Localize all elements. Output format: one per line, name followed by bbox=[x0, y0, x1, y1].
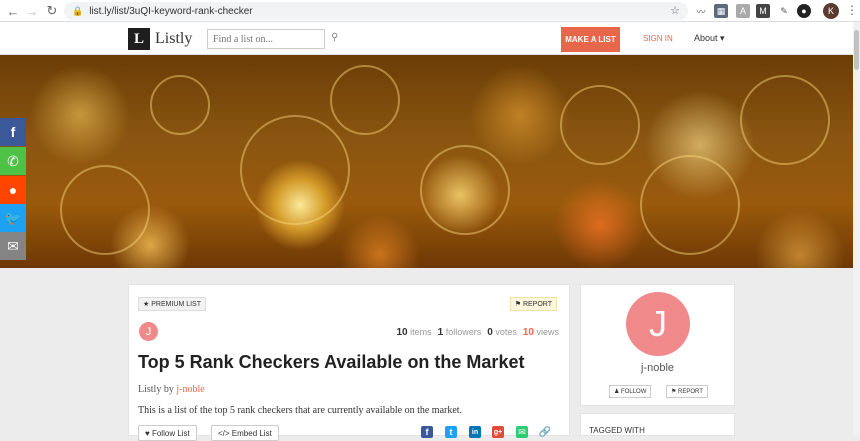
page-scrollbar[interactable] bbox=[853, 22, 860, 436]
author-profile-card: J j-noble ♟ FOLLOW ⚑ REPORT bbox=[580, 284, 735, 406]
email-share-icon[interactable]: ✉ bbox=[516, 426, 528, 438]
follow-author-button[interactable]: ♟ FOLLOW bbox=[609, 385, 652, 398]
list-title: Top 5 Rank Checkers Available on the Mar… bbox=[138, 352, 525, 372]
bokeh-circle bbox=[150, 75, 210, 135]
list-description: This is a list of the top 5 rank checker… bbox=[138, 405, 463, 416]
address-bar[interactable]: 🔒 list.ly/list/3uQI-keyword-rank-checker… bbox=[64, 2, 688, 20]
twitter-share-icon[interactable]: t bbox=[445, 426, 457, 438]
views-stat: 10 views bbox=[522, 327, 559, 338]
bokeh-circle bbox=[740, 75, 830, 165]
bookmark-star-icon[interactable]: ☆ bbox=[670, 4, 680, 17]
extension-icon-2[interactable]: ▦ bbox=[714, 4, 728, 18]
follow-list-button[interactable]: ♥ Follow List bbox=[138, 425, 197, 441]
bokeh-circle bbox=[420, 145, 510, 235]
share-whatsapp-button[interactable]: ✆ bbox=[0, 147, 26, 175]
google-plus-share-icon[interactable]: g+ bbox=[492, 426, 504, 438]
byline: Listly by j-noble bbox=[138, 384, 205, 395]
url-text: list.ly/list/3uQI-keyword-rank-checker bbox=[89, 5, 253, 17]
gmail-icon[interactable]: M bbox=[756, 4, 770, 18]
premium-list-badge: ★ PREMIUM LIST bbox=[138, 297, 207, 311]
bokeh-circle bbox=[240, 115, 350, 225]
about-menu[interactable]: About ▾ bbox=[694, 33, 725, 44]
report-button[interactable]: ⚑ REPORT bbox=[509, 297, 557, 311]
facebook-share-icon[interactable]: f bbox=[421, 426, 433, 438]
lock-icon: 🔒 bbox=[72, 5, 84, 16]
author-name[interactable]: j-noble bbox=[581, 362, 734, 374]
forward-icon[interactable]: → bbox=[22, 1, 42, 21]
extension-icon-1[interactable]: 〰 bbox=[694, 4, 708, 18]
sign-in-link[interactable]: SIGN IN bbox=[643, 34, 673, 43]
extension-icon-5[interactable]: ✎ bbox=[777, 4, 791, 18]
share-facebook-button[interactable]: f bbox=[0, 118, 26, 146]
list-card: ★ PREMIUM LIST ⚑ REPORT J 10 items 1 fol… bbox=[128, 284, 570, 441]
bokeh-circle bbox=[60, 165, 150, 255]
scrollbar-thumb[interactable] bbox=[854, 30, 859, 70]
tags-card: TAGGED WITH bbox=[580, 413, 735, 436]
votes-stat: 0 votes bbox=[487, 327, 517, 338]
logo-text[interactable]: Listly bbox=[155, 30, 192, 48]
profile-avatar[interactable]: K bbox=[823, 3, 839, 19]
bokeh-circle bbox=[640, 155, 740, 255]
link-share-icon[interactable]: 🔗 bbox=[539, 426, 551, 438]
list-stats: 10 items 1 followers 0 votes 10 views bbox=[397, 327, 560, 338]
items-stat: 10 items bbox=[396, 327, 432, 338]
report-author-button[interactable]: ⚑ REPORT bbox=[666, 385, 708, 398]
bokeh-circle bbox=[560, 85, 640, 165]
author-link[interactable]: j-noble bbox=[176, 384, 204, 395]
tags-title: TAGGED WITH bbox=[589, 426, 645, 435]
back-icon[interactable]: ← bbox=[3, 1, 23, 21]
listly-logo[interactable]: L bbox=[128, 28, 150, 50]
followers-stat: 1 followers bbox=[437, 327, 482, 338]
extension-icon-3[interactable]: A bbox=[736, 4, 750, 18]
author-avatar[interactable]: J bbox=[139, 322, 158, 341]
hero-banner-image bbox=[0, 55, 860, 268]
browser-toolbar: ← → ↻ 🔒 list.ly/list/3uQI-keyword-rank-c… bbox=[0, 0, 860, 22]
search-input[interactable] bbox=[207, 29, 325, 49]
bokeh-circle bbox=[330, 65, 400, 135]
share-twitter-button[interactable]: 🐦 bbox=[0, 204, 26, 232]
search-icon[interactable]: ⚲ bbox=[331, 32, 338, 43]
extension-icon-6[interactable]: ● bbox=[797, 4, 811, 18]
site-header: L Listly ⚲ MAKE A LIST SIGN IN About ▾ bbox=[0, 22, 860, 55]
share-reddit-button[interactable]: ● bbox=[0, 176, 26, 204]
embed-list-button[interactable]: </> Embed List bbox=[211, 425, 279, 441]
linkedin-share-icon[interactable]: in bbox=[469, 426, 481, 438]
reload-icon[interactable]: ↻ bbox=[42, 1, 62, 21]
share-email-button[interactable]: ✉ bbox=[0, 232, 26, 260]
browser-menu-icon[interactable]: ⋮ bbox=[846, 3, 858, 17]
author-avatar-large[interactable]: J bbox=[626, 292, 690, 356]
make-list-button[interactable]: MAKE A LIST bbox=[561, 27, 620, 52]
